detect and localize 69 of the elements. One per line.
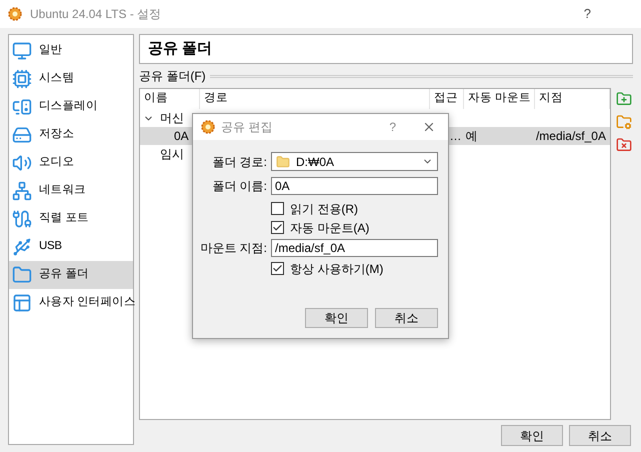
dialog-button[interactable]: 취소 [569,425,631,446]
sidebar-item[interactable]: USB [9,233,133,261]
sidebar-label: 시스템 [39,71,74,86]
column-header[interactable]: 이름 [140,89,200,109]
close-icon[interactable] [422,120,436,134]
folder-name-field[interactable]: 0A [271,177,438,195]
column-header[interactable]: 경로 [200,89,430,109]
page-title: 공유 폴더 [148,38,212,59]
usb-icon [12,237,32,257]
dialog-button[interactable]: 확인 [305,308,368,328]
sidebar-item[interactable]: 사용자 인터페이스 [9,289,133,317]
app-icon [8,7,22,21]
table-cell: … [450,129,462,143]
folder-plus-button[interactable] [615,90,633,108]
sidebar-label: 오디오 [39,155,74,170]
sidebar-label: 일반 [39,43,62,58]
folder-icon [276,154,290,168]
help-button[interactable]: ? [389,118,396,136]
section-label: 공유 폴더(F) [139,68,206,85]
checkbox-label: 읽기 전용(R) [290,200,358,218]
display-icon [12,97,32,117]
checkbox[interactable] [271,202,284,215]
checkbox-label: 자동 마운트(A) [290,220,370,236]
sidebar-item[interactable]: 공유 폴더 [9,261,133,289]
field-label: 폴더 경로: [211,154,267,170]
app-icon [201,120,215,134]
folder-x-button[interactable] [615,136,633,154]
table-cell: /media/sf_0A [536,129,606,143]
dialog-button[interactable]: 확인 [501,425,563,446]
column-header[interactable]: 접근 [430,89,464,109]
mount-point-field[interactable]: /media/sf_0A [271,239,438,257]
sidebar-label: 디스플레이 [39,99,98,114]
window-title: Ubuntu 24.04 LTS - 설정 [30,6,162,23]
sidebar-item[interactable]: 오디오 [9,149,133,177]
sidebar-label: 사용자 인터페이스 [39,295,136,310]
dialog-title: 공유 편집 [221,119,272,136]
sidebar-item[interactable]: 디스플레이 [9,93,133,121]
folder-path-dropdown[interactable]: D:₩0A [271,152,438,171]
checkbox[interactable] [271,262,284,275]
monitor-icon [12,41,32,61]
sidebar-item[interactable]: 일반 [9,37,133,65]
column-header[interactable]: 지점 [535,89,610,109]
checkbox[interactable] [271,221,284,234]
sidebar-item[interactable]: 시스템 [9,65,133,93]
speaker-icon [12,153,32,173]
group-label: 임시 [160,146,184,163]
help-button[interactable]: ? [584,4,591,24]
sidebar-label: 네트워크 [39,183,86,198]
cable-icon [12,209,32,229]
sidebar-label: 직렬 포트 [39,211,89,226]
sidebar-item[interactable]: 저장소 [9,121,133,149]
table-cell: 예 [466,129,478,143]
field-label: 마운트 지점: [199,240,267,257]
table-cell: 0A [174,129,189,143]
sidebar-item[interactable]: 네트워크 [9,177,133,205]
folder-icon [12,265,32,285]
group-label: 머신 [160,110,184,127]
dialog-button[interactable]: 취소 [375,308,438,328]
sidebar-label: USB [39,239,62,254]
network-icon [12,181,32,201]
checkbox-label: 항상 사용하기(M) [290,260,384,278]
field-label: 폴더 이름: [211,178,267,195]
column-header[interactable]: 자동 마운트 [464,89,535,109]
sidebar-label: 저장소 [39,127,74,142]
sidebar-label: 공유 폴더 [39,267,89,282]
chip-icon [12,69,32,89]
window-icon [12,293,32,313]
sidebar-item[interactable]: 직렬 포트 [9,205,133,233]
folder-path-value: D:₩0A [296,154,334,170]
